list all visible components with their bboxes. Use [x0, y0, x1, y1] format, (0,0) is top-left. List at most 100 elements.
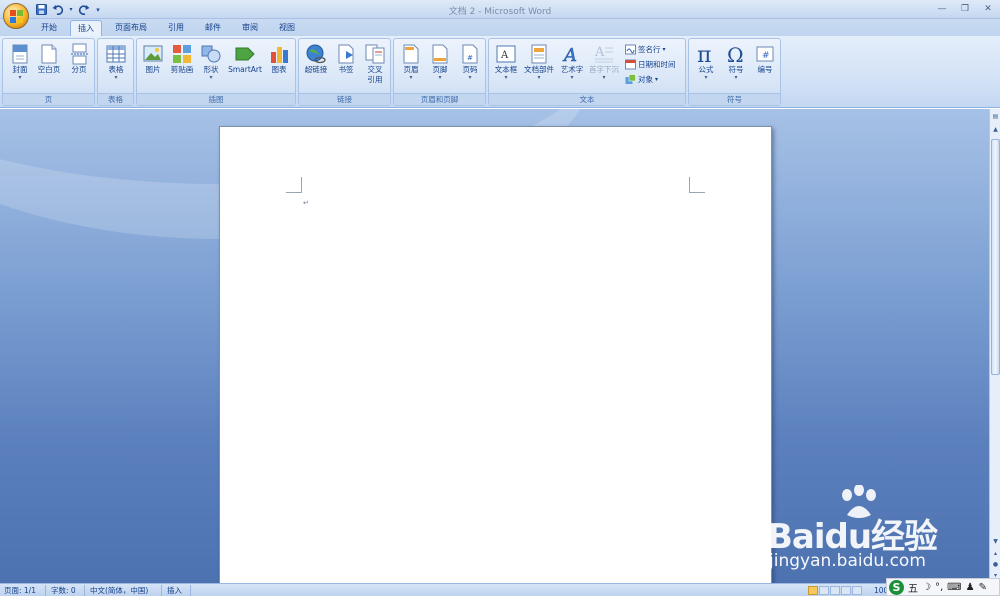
number-button[interactable]: # 编号: [751, 41, 779, 93]
chevron-down-icon: ▾: [537, 74, 541, 81]
shapes-button[interactable]: 形状 ▾: [197, 41, 225, 93]
quick-parts-button[interactable]: 文档部件 ▾: [521, 41, 557, 93]
smartart-label: SmartArt: [228, 65, 262, 74]
chevron-down-icon: ▾: [655, 75, 659, 83]
page-number-icon: #: [462, 44, 478, 64]
page-break-button[interactable]: 分页: [64, 41, 94, 93]
ime-mode-label[interactable]: 五: [908, 580, 918, 595]
signature-line-button[interactable]: 签名行 ▾: [625, 42, 666, 56]
text-box-button[interactable]: A 文本框 ▾: [491, 41, 521, 93]
office-button[interactable]: [3, 3, 29, 29]
scroll-down-icon[interactable]: ▼: [991, 537, 1000, 546]
chart-label: 图表: [271, 65, 287, 74]
tab-insert[interactable]: 插入: [70, 20, 102, 36]
group-pages-label: 页: [3, 93, 94, 105]
footer-button[interactable]: 页脚 ▾: [425, 41, 455, 93]
tab-review[interactable]: 审阅: [234, 20, 266, 36]
chart-button[interactable]: 图表: [265, 41, 293, 93]
cover-page-button[interactable]: 封面 ▾: [5, 41, 35, 93]
word-window: ▾ ▾ 文档 2 - Microsoft Word — ❐ ✕ 开始 插入 页面…: [0, 0, 1000, 596]
clip-art-icon: [173, 45, 191, 63]
cross-reference-button[interactable]: 交叉 引用: [360, 41, 390, 93]
object-button[interactable]: 对象 ▾: [625, 72, 658, 86]
tab-mailings[interactable]: 邮件: [197, 20, 229, 36]
tab-view[interactable]: 视图: [271, 20, 303, 36]
full-screen-reading-view-icon[interactable]: [819, 586, 829, 595]
web-layout-view-icon[interactable]: [830, 586, 840, 595]
previous-page-icon[interactable]: ▴: [991, 549, 1000, 558]
cross-reference-label-1: 交叉: [367, 65, 383, 74]
print-layout-view-icon[interactable]: [808, 586, 818, 595]
number-icon: #: [756, 46, 774, 62]
restore-icon[interactable]: ❐: [955, 2, 975, 16]
smartart-button[interactable]: SmartArt: [225, 41, 265, 93]
title-bar: ▾ ▾ 文档 2 - Microsoft Word — ❐ ✕: [0, 0, 1000, 19]
signature-line-icon: [625, 44, 636, 54]
blank-page-label: 空白页: [37, 65, 61, 74]
svg-text:A: A: [594, 45, 605, 60]
status-page[interactable]: 页面: 1/1: [4, 585, 36, 596]
document-page[interactable]: ↵: [219, 126, 772, 583]
keyboard-icon[interactable]: ⌨: [947, 582, 961, 593]
chevron-down-icon: ▾: [18, 74, 22, 81]
sogou-logo-icon[interactable]: S: [889, 579, 904, 595]
symbol-button[interactable]: Ω 符号 ▾: [721, 41, 751, 93]
outline-view-icon[interactable]: [841, 586, 851, 595]
chevron-down-icon: ▾: [209, 74, 213, 81]
ribbon: 封面 ▾ 空白页 分页 页 表格 ▾ 表格 图片 剪贴画 形状 ▾ SmartA…: [0, 36, 1000, 108]
date-time-label: 日期和时间: [638, 59, 676, 69]
close-icon[interactable]: ✕: [978, 2, 998, 16]
settings-icon[interactable]: ✎: [979, 582, 987, 593]
select-browse-object-icon[interactable]: ●: [991, 560, 1000, 569]
ime-toolbar: S 五 ☽ °, ⌨ ♟ ✎: [886, 578, 1000, 596]
baidu-watermark: Baidu经验 jingyan.baidu.com: [767, 485, 967, 577]
bookmark-label: 书签: [338, 65, 354, 74]
chevron-down-icon: ▾: [468, 74, 472, 81]
group-illustrations: 图片 剪贴画 形状 ▾ SmartArt 图表 插图: [136, 38, 296, 106]
signature-line-label: 签名行: [638, 44, 661, 54]
group-header-footer: 页眉 ▾ 页脚 ▾ # 页码 ▾ 页眉和页脚: [393, 38, 486, 106]
group-pages: 封面 ▾ 空白页 分页 页: [2, 38, 95, 106]
scroll-up-icon[interactable]: ▲: [991, 125, 1000, 134]
status-word-count[interactable]: 字数: 0: [51, 585, 76, 596]
tab-references[interactable]: 引用: [160, 20, 192, 36]
picture-icon: [143, 45, 163, 62]
group-links: 超链接 书签 交叉 引用 链接: [298, 38, 391, 106]
group-symbols: π 公式 ▾ Ω 符号 ▾ # 编号 符号: [688, 38, 781, 106]
status-separator: [161, 585, 162, 596]
picture-button[interactable]: 图片: [139, 41, 167, 93]
chevron-down-icon: ▾: [114, 74, 118, 81]
equation-button[interactable]: π 公式 ▾: [691, 41, 721, 93]
tab-home[interactable]: 开始: [33, 20, 65, 36]
tab-page-layout[interactable]: 页面布局: [109, 20, 153, 36]
pi-icon: π: [697, 43, 711, 65]
shapes-icon: [201, 45, 221, 63]
header-button[interactable]: 页眉 ▾: [396, 41, 426, 93]
clip-art-button[interactable]: 剪贴画: [167, 41, 197, 93]
svg-text:A: A: [500, 50, 509, 61]
status-insert-mode[interactable]: 插入: [167, 585, 182, 596]
hyperlink-button[interactable]: 超链接: [300, 41, 332, 93]
scrollbar-thumb[interactable]: [991, 139, 1000, 375]
page-number-button[interactable]: # 页码 ▾: [455, 41, 485, 93]
svg-text:Ω: Ω: [727, 43, 744, 65]
moon-icon[interactable]: ☽: [922, 582, 931, 593]
table-button[interactable]: 表格 ▾: [100, 41, 132, 93]
vertical-scrollbar[interactable]: ▤ ▲ ▼ ▴ ● ▾: [989, 109, 1000, 583]
page-break-label: 分页: [71, 65, 87, 74]
wordart-button[interactable]: A 艺术字 ▾: [557, 41, 587, 93]
user-icon[interactable]: ♟: [966, 582, 975, 593]
punctuation-icon[interactable]: °,: [935, 582, 943, 593]
draft-view-icon[interactable]: [852, 586, 862, 595]
bookmark-button[interactable]: 书签: [332, 41, 360, 93]
cover-page-icon: [12, 44, 28, 64]
date-time-button[interactable]: 日期和时间: [625, 57, 676, 71]
ruler-toggle-icon[interactable]: ▤: [991, 112, 1000, 121]
blank-page-button[interactable]: 空白页: [34, 41, 64, 93]
smartart-icon: [235, 47, 255, 61]
minimize-icon[interactable]: —: [932, 2, 952, 16]
window-title: 文档 2 - Microsoft Word: [448, 7, 552, 17]
chevron-down-icon: ▾: [602, 74, 606, 81]
drop-cap-icon: A: [594, 45, 613, 63]
status-language[interactable]: 中文(简体，中国): [90, 585, 148, 596]
